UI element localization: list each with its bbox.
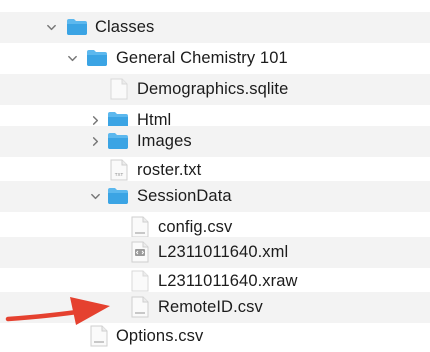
red-arrow-pointer-icon [5,297,110,325]
